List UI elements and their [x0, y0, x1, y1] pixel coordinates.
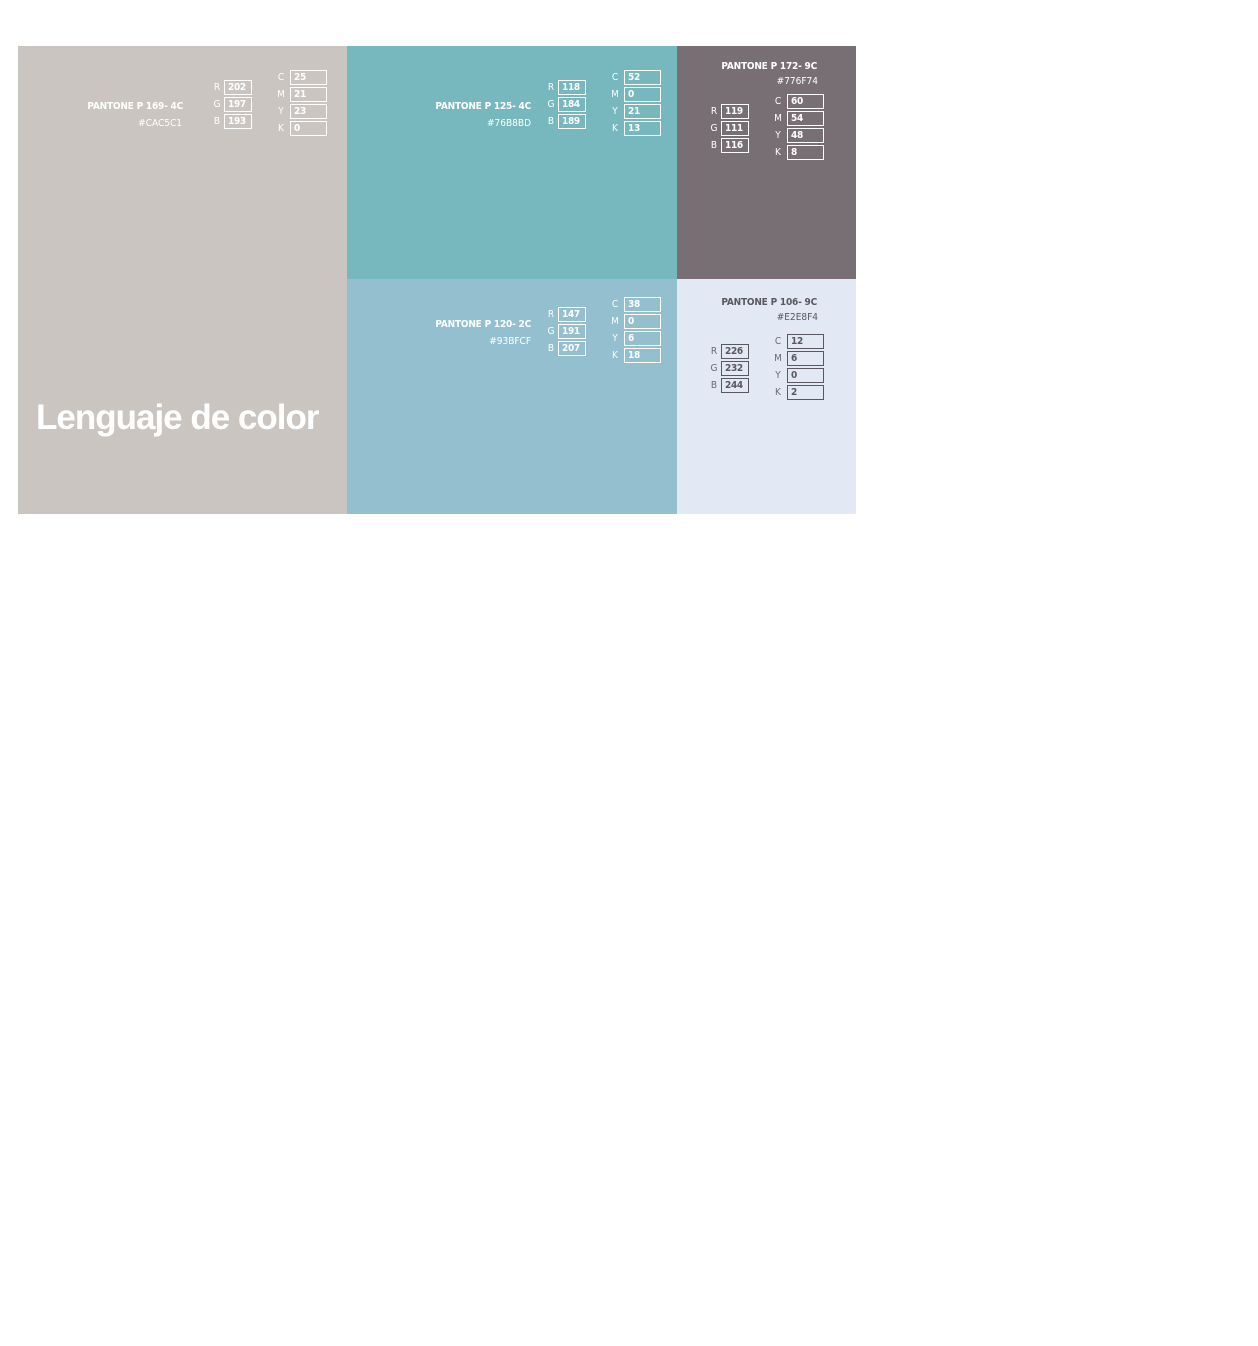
- rgb-values: R 226 G 232 B 244: [709, 344, 751, 395]
- cmyk-values: C 52 M0 Y 21 K 13: [610, 70, 662, 138]
- cmyk-c-value: 25: [290, 70, 327, 85]
- rgb-r-value: 202: [224, 80, 252, 95]
- rgb-values: R 119 G 111 B 116: [709, 104, 751, 155]
- rgb-b-value: 207: [558, 341, 586, 356]
- rgb-g-value: 111: [721, 121, 749, 136]
- cmyk-k-value: 2: [787, 385, 824, 400]
- hex-code: #E2E8F4: [776, 312, 818, 323]
- cmyk-y-value: 21: [624, 104, 661, 119]
- cmyk-k-value: 8: [787, 145, 824, 160]
- swatch-p125: PANTONE P 125- 4C #76B8BD R 118 G 184 B 189…: [347, 46, 677, 279]
- rgb-values: R 118 G 184 B 189: [546, 80, 588, 131]
- rgb-b-value: 244: [721, 378, 749, 393]
- cmyk-c-value: 60: [787, 94, 824, 109]
- swatch-p169: PANTONE P 169- 4C #CAC5C1 R 202 G 197 B 193…: [18, 46, 347, 514]
- cmyk-m-value: 0: [624, 87, 661, 102]
- cmyk-c-value: 12: [787, 334, 824, 349]
- pantone-name: PANTONE P 125- 4C: [435, 101, 531, 112]
- swatch-p106: PANTONE P 106- 9C #E2E8F4 R 226 G 232 B 244…: [677, 279, 856, 514]
- rgb-r-value: 119: [721, 104, 749, 119]
- rgb-values: R 147 G 191 B 207: [546, 307, 588, 358]
- cmyk-c-value: 52: [624, 70, 661, 85]
- swatch-p120: PANTONE P 120- 2C #93BFCF R 147 G 191 B 207…: [347, 279, 677, 514]
- cmyk-y-value: 0: [787, 368, 824, 383]
- rgb-b-value: 193: [224, 114, 252, 129]
- swatch-p172: PANTONE P 172- 9C #776F74 R 119 G 111 B 116…: [677, 46, 856, 279]
- rgb-g-value: 197: [224, 97, 252, 112]
- page-title: Lenguaje de color: [36, 398, 319, 437]
- color-palette-sheet: PANTONE P 169- 4C #CAC5C1 R 202 G 197 B 193…: [18, 46, 856, 514]
- hex-code: #76B8BD: [487, 118, 531, 129]
- cmyk-values: C 25 M 21 Y 23 K0: [276, 70, 328, 138]
- rgb-g-value: 191: [558, 324, 586, 339]
- hex-code: #776F74: [776, 76, 818, 87]
- hex-code: #93BFCF: [489, 336, 531, 347]
- cmyk-values: C 38 M0 Y6 K 18: [610, 297, 662, 365]
- cmyk-y-value: 23: [290, 104, 327, 119]
- rgb-g-value: 232: [721, 361, 749, 376]
- rgb-r-value: 118: [558, 80, 586, 95]
- rgb-values: R 202 G 197 B 193: [212, 80, 254, 131]
- rgb-b-value: 189: [558, 114, 586, 129]
- cmyk-m-value: 0: [624, 314, 661, 329]
- cmyk-values: C 12 M6 Y0 K2: [773, 334, 825, 402]
- pantone-name: PANTONE P 172- 9C: [721, 61, 817, 72]
- cmyk-y-value: 6: [624, 331, 661, 346]
- cmyk-k-value: 13: [624, 121, 661, 136]
- rgb-r-value: 147: [558, 307, 586, 322]
- pantone-name: PANTONE P 106- 9C: [721, 297, 817, 308]
- rgb-b-value: 116: [721, 138, 749, 153]
- rgb-r-value: 226: [721, 344, 749, 359]
- cmyk-m-value: 21: [290, 87, 327, 102]
- rgb-g-value: 184: [558, 97, 586, 112]
- cmyk-k-value: 18: [624, 348, 661, 363]
- pantone-name: PANTONE P 120- 2C: [435, 319, 531, 330]
- hex-code: #CAC5C1: [138, 118, 182, 129]
- cmyk-k-value: 0: [290, 121, 327, 136]
- cmyk-values: C 60 M 54 Y 48 K8: [773, 94, 825, 162]
- cmyk-c-value: 38: [624, 297, 661, 312]
- cmyk-y-value: 48: [787, 128, 824, 143]
- pantone-name: PANTONE P 169- 4C: [87, 101, 183, 112]
- cmyk-m-value: 54: [787, 111, 824, 126]
- cmyk-m-value: 6: [787, 351, 824, 366]
